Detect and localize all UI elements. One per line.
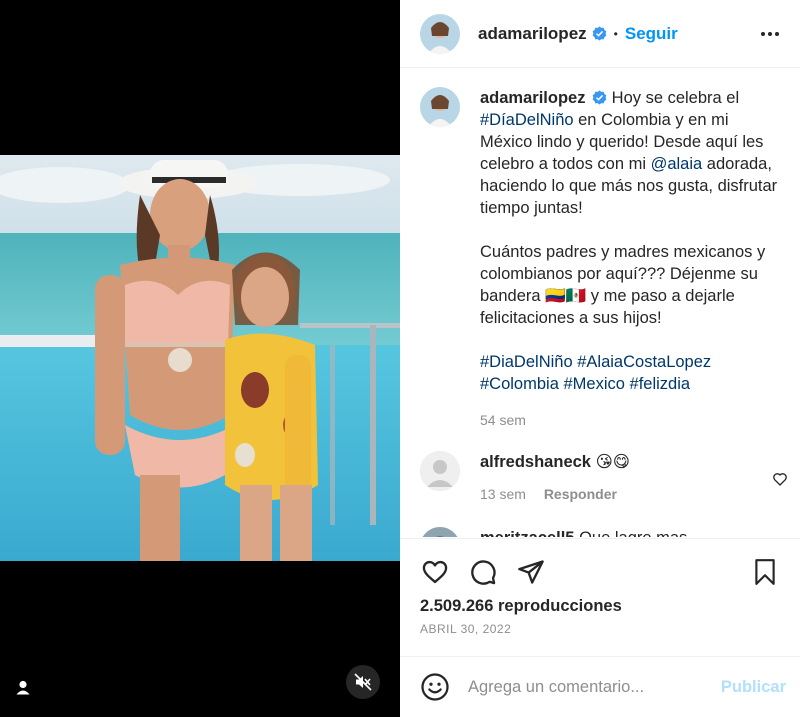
caption-paragraph-1: adamarilopez Hoy se celebra el #DíaDelNi… xyxy=(480,87,780,219)
action-icons-row xyxy=(400,539,800,591)
comment-text: 😘😋 xyxy=(595,453,630,471)
hashtag-link[interactable]: #AlaiaCostaLopez xyxy=(577,353,711,371)
beach-photo-illustration xyxy=(0,155,400,561)
post-media[interactable] xyxy=(0,0,400,717)
post-photo[interactable] xyxy=(0,155,400,561)
comment-avatar[interactable] xyxy=(420,451,460,491)
bookmark-icon[interactable] xyxy=(750,557,780,587)
user-tag-icon[interactable] xyxy=(12,677,34,699)
header-username[interactable]: adamarilopez xyxy=(478,24,587,44)
audio-muted-icon[interactable] xyxy=(346,665,380,699)
hashtag-link[interactable]: #Colombia xyxy=(480,375,559,393)
caption-paragraph-2: Cuántos padres y madres mexicanos y colo… xyxy=(480,243,766,327)
follow-button[interactable]: Seguir xyxy=(625,24,678,44)
caption-hashtags: #DiaDelNiño #AlaiaCostaLopez #Colombia #… xyxy=(480,351,780,395)
more-options-icon[interactable] xyxy=(758,22,782,46)
avatar[interactable] xyxy=(420,13,460,54)
comments-list[interactable]: adamarilopez Hoy se celebra el #DíaDelNi… xyxy=(400,69,800,537)
comment-input[interactable] xyxy=(468,677,721,697)
hashtag-link[interactable]: #Mexico xyxy=(563,375,624,393)
verified-badge-icon xyxy=(592,26,607,41)
comment-item: alfredshaneck 😘😋 13 sem Responder xyxy=(400,431,800,505)
comment-timestamp[interactable]: 13 sem xyxy=(480,486,526,502)
comment-like-heart-icon[interactable] xyxy=(772,471,788,487)
mention-link[interactable]: @alaia xyxy=(651,155,703,173)
comment-username[interactable]: alfredshaneck xyxy=(480,453,591,471)
comment-meta: 13 sem Responder xyxy=(480,483,630,505)
comment-body: alfredshaneck 😘😋 13 sem Responder xyxy=(480,451,630,505)
verified-badge-icon xyxy=(592,89,607,105)
caption-username[interactable]: adamarilopez xyxy=(480,89,585,107)
publish-button[interactable]: Publicar xyxy=(721,678,786,697)
hashtag-link[interactable]: #DiaDelNiño xyxy=(480,353,573,371)
comment-text: Que lagre mas xyxy=(579,529,687,537)
comment-username[interactable]: meritzacell5 xyxy=(480,529,574,537)
comment-avatar[interactable] xyxy=(420,527,460,537)
caption-avatar[interactable] xyxy=(420,87,460,127)
views-count[interactable]: 2.509.266 reproducciones xyxy=(400,591,800,616)
post-date[interactable]: ABRIL 30, 2022 xyxy=(400,616,800,636)
post-actions: 2.509.266 reproducciones ABRIL 30, 2022 xyxy=(400,538,800,656)
comment-item: meritzacell5 Que lagre mas xyxy=(400,505,800,537)
header-separator: • xyxy=(613,26,618,41)
reply-button[interactable]: Responder xyxy=(544,486,617,502)
paper-plane-icon[interactable] xyxy=(516,557,546,587)
hashtag-link[interactable]: #felizdia xyxy=(630,375,691,393)
smiley-icon[interactable] xyxy=(420,672,450,702)
hashtag-link[interactable]: #DíaDelNiño xyxy=(480,111,574,129)
add-comment-bar: Publicar xyxy=(400,656,800,717)
post-details-panel: adamarilopez • Seguir adamarilopez Hoy s… xyxy=(400,0,800,717)
heart-icon[interactable] xyxy=(420,557,450,587)
caption-timestamp[interactable]: 54 sem xyxy=(480,409,780,431)
caption-text: Hoy se celebra el xyxy=(611,89,740,107)
comment-body: meritzacell5 Que lagre mas xyxy=(480,527,687,537)
caption-body: adamarilopez Hoy se celebra el #DíaDelNi… xyxy=(480,87,780,431)
comment-bubble-icon[interactable] xyxy=(468,557,498,587)
post-header: adamarilopez • Seguir xyxy=(400,0,800,68)
post-caption: adamarilopez Hoy se celebra el #DíaDelNi… xyxy=(400,69,800,431)
